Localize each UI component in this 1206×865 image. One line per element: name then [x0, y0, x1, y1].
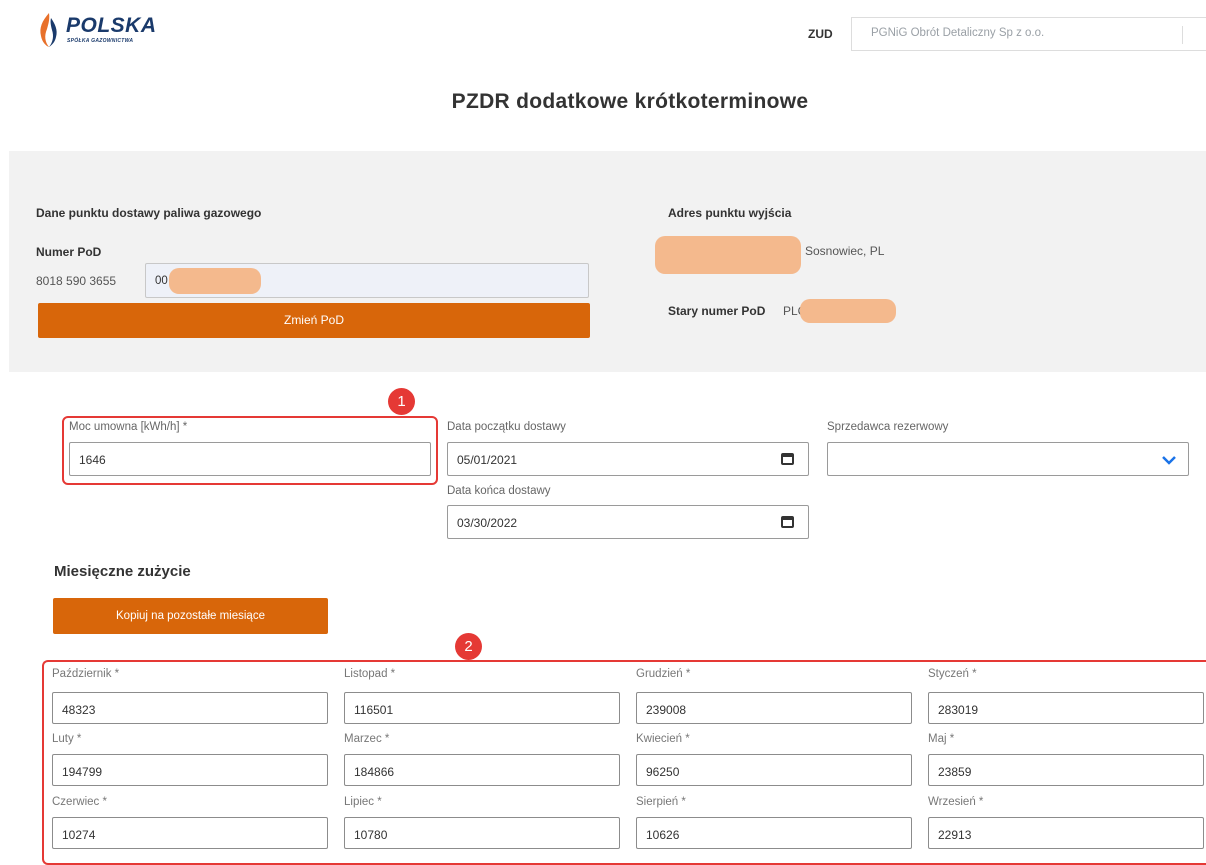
logo-title: POLSKA — [66, 14, 157, 37]
month-value: 48323 — [62, 703, 96, 717]
month-label: Lipiec * — [344, 796, 382, 808]
month-input[interactable]: 194799 — [52, 754, 328, 786]
start-date-input[interactable]: 05/01/2021 — [447, 442, 809, 476]
month-label: Październik * — [52, 668, 120, 680]
month-label: Wrzesień * — [928, 796, 984, 808]
month-value: 184866 — [354, 765, 395, 779]
month-value: 10780 — [354, 828, 388, 842]
month-label: Styczeń * — [928, 668, 977, 680]
end-date-value: 03/30/2022 — [457, 516, 518, 530]
zud-value: PGNiG Obrót Detaliczny Sp z o.o. — [871, 27, 1045, 39]
moc-value: 1646 — [79, 453, 106, 467]
month-value: 116501 — [354, 703, 394, 717]
change-pod-button[interactable]: Zmień PoD — [38, 303, 590, 338]
month-value: 283019 — [938, 703, 979, 717]
month-input[interactable]: 116501 — [344, 692, 620, 724]
month-input[interactable]: 22913 — [928, 817, 1204, 849]
calendar-icon[interactable] — [781, 453, 794, 465]
top-header: POLSKA SPÓŁKA GAZOWNICTWA ZUD PGNiG Obró… — [0, 0, 1206, 58]
chevron-down-icon — [1162, 456, 1176, 465]
month-value: 22913 — [938, 828, 972, 842]
annotation-badge-1: 1 — [388, 388, 415, 415]
month-label: Grudzień * — [636, 668, 691, 680]
month-input[interactable]: 283019 — [928, 692, 1204, 724]
end-date-label: Data końca dostawy — [447, 485, 551, 497]
month-input[interactable]: 48323 — [52, 692, 328, 724]
month-value: 23859 — [938, 765, 972, 779]
month-input[interactable]: 96250 — [636, 754, 912, 786]
page-title: PZDR dodatkowe krótkoterminowe — [451, 90, 809, 113]
pod-number-label: Numer PoD — [36, 245, 102, 259]
logo[interactable]: POLSKA SPÓŁKA GAZOWNICTWA — [36, 12, 176, 48]
month-label: Sierpień * — [636, 796, 686, 808]
month-value: 10274 — [62, 828, 96, 842]
month-value: 239008 — [646, 703, 687, 717]
start-date-label: Data początku dostawy — [447, 421, 566, 433]
address-city: Sosnowiec, PL — [805, 244, 885, 258]
monthly-section-title: Miesięczne zużycie — [54, 563, 191, 580]
month-input[interactable]: 10274 — [52, 817, 328, 849]
logo-subtitle: SPÓŁKA GAZOWNICTWA — [67, 38, 134, 44]
pod-number-value: 00 — [155, 275, 168, 287]
redacted-pod-number — [169, 268, 261, 294]
month-input[interactable]: 10626 — [636, 817, 912, 849]
calendar-icon[interactable] — [781, 516, 794, 528]
redacted-address — [655, 236, 801, 274]
zud-label: ZUD — [808, 27, 833, 41]
copy-months-button[interactable]: Kopiuj na pozostałe miesiące — [53, 598, 328, 634]
month-input[interactable]: 184866 — [344, 754, 620, 786]
month-input[interactable]: 239008 — [636, 692, 912, 724]
month-label: Luty * — [52, 733, 82, 745]
seller-select[interactable] — [827, 442, 1189, 476]
redacted-old-pod — [800, 299, 896, 323]
chevron-down-icon — [1182, 26, 1206, 44]
month-input[interactable]: 10780 — [344, 817, 620, 849]
flame-logo-icon — [40, 13, 57, 47]
old-pod-label: Stary numer PoD — [668, 304, 766, 318]
month-label: Kwiecień * — [636, 733, 690, 745]
start-date-value: 05/01/2021 — [457, 453, 518, 467]
pod-prefix: 8018 590 3655 — [36, 274, 117, 288]
annotation-badge-2: 2 — [455, 633, 482, 660]
address-title: Adres punktu wyjścia — [668, 206, 792, 220]
month-value: 96250 — [646, 765, 680, 779]
pod-panel — [9, 151, 1206, 372]
moc-label: Moc umowna [kWh/h] * — [69, 421, 188, 433]
seller-label: Sprzedawca rezerwowy — [827, 421, 949, 433]
moc-input[interactable]: 1646 — [69, 442, 431, 476]
month-label: Czerwiec * — [52, 796, 107, 808]
month-value: 194799 — [62, 765, 103, 779]
pod-section-title: Dane punktu dostawy paliwa gazowego — [36, 206, 262, 220]
month-label: Listopad * — [344, 668, 396, 680]
month-label: Maj * — [928, 733, 955, 745]
zud-select[interactable]: PGNiG Obrót Detaliczny Sp z o.o. — [851, 17, 1206, 51]
month-value: 10626 — [646, 828, 680, 842]
month-input[interactable]: 23859 — [928, 754, 1204, 786]
end-date-input[interactable]: 03/30/2022 — [447, 505, 809, 539]
month-label: Marzec * — [344, 733, 390, 745]
